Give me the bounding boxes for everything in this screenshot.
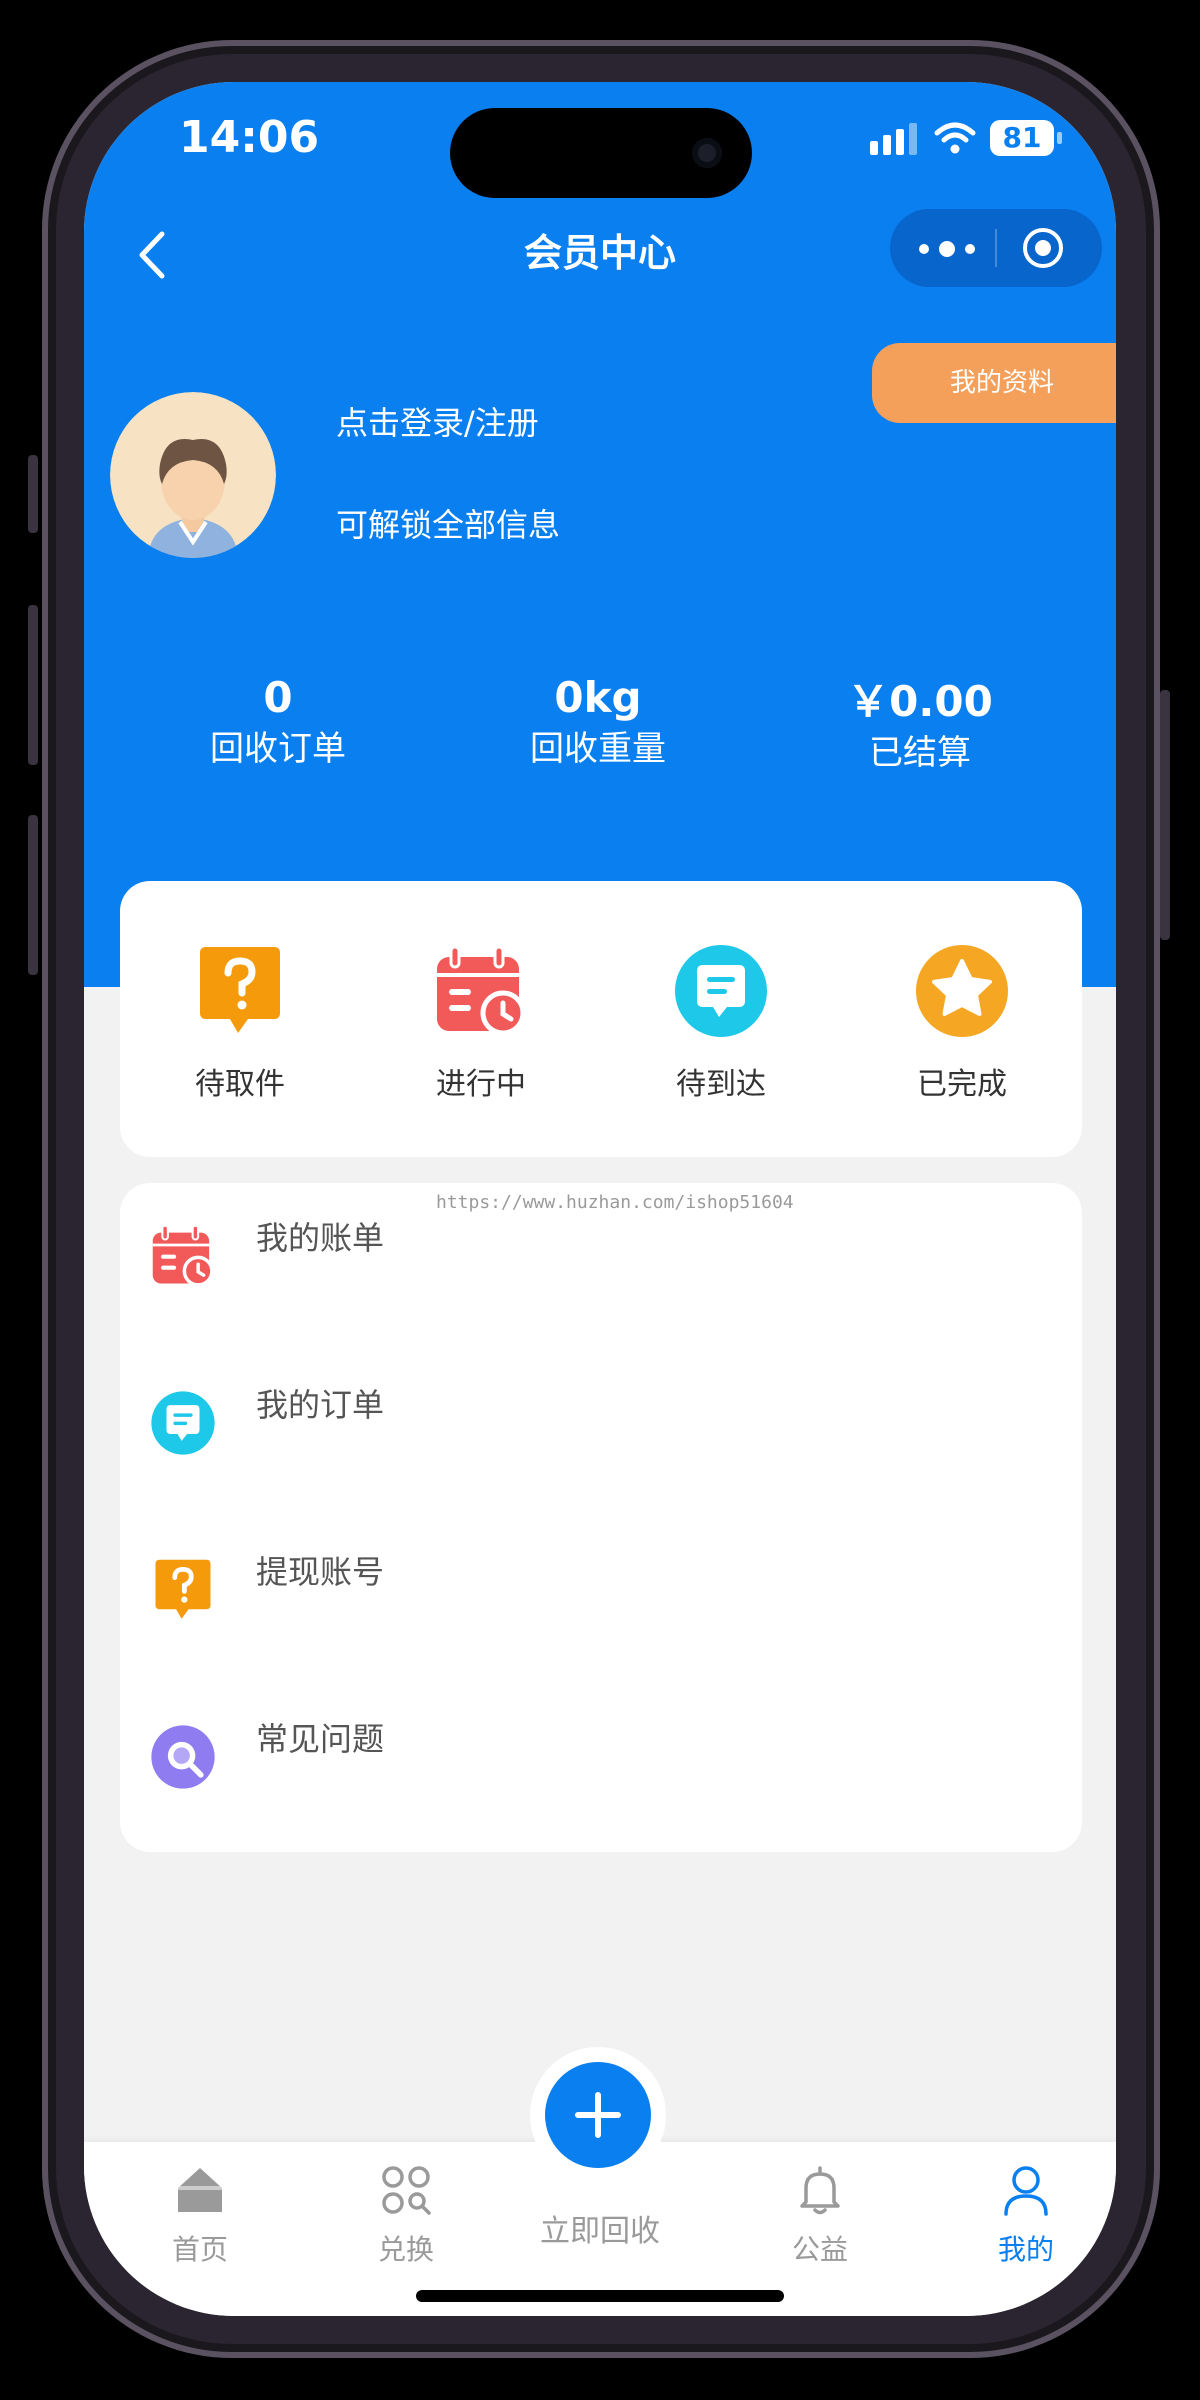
tab-mine[interactable]: 我的 <box>956 2162 1096 2268</box>
more-icon[interactable] <box>914 231 980 267</box>
menu-item-my-orders[interactable]: 我的订单 <box>120 1350 1082 1460</box>
search-icon <box>151 1725 215 1789</box>
wifi-icon <box>934 122 976 154</box>
order-status-card: 待取件 进行中 待到达 已完成 <box>120 881 1082 1157</box>
tab-label: 首页 <box>171 2233 228 2266</box>
tab-charity[interactable]: 公益 <box>750 2162 890 2268</box>
status-label: 待到达 <box>676 1067 766 1102</box>
bell-icon <box>800 2166 840 2215</box>
grid-icon <box>382 2166 431 2215</box>
stat-label: 已结算 <box>869 733 971 773</box>
status-in-progress[interactable]: 进行中 <box>406 943 556 1103</box>
status-time: 14:06 <box>179 112 320 163</box>
menu-item-label: 提现账号 <box>256 1553 385 1591</box>
capsule-divider <box>995 229 997 267</box>
battery-icon: 81 <box>990 120 1062 156</box>
status-label: 进行中 <box>436 1067 526 1102</box>
status-completed[interactable]: 已完成 <box>887 943 1037 1103</box>
status-pending-pickup[interactable]: 待取件 <box>165 943 315 1103</box>
question-bubble-icon <box>200 947 280 1033</box>
menu-item-label: 我的账单 <box>256 1219 385 1257</box>
tab-label: 兑换 <box>377 2233 434 2266</box>
stat-value: ￥0.00 <box>847 677 993 726</box>
stat-label: 回收订单 <box>210 729 346 769</box>
silent-switch <box>28 455 38 533</box>
status-awaiting-arrival[interactable]: 待到达 <box>646 943 796 1103</box>
tab-label[interactable]: 立即回收 <box>500 2206 700 2250</box>
tab-label: 公益 <box>791 2233 848 2266</box>
mini-program-capsule <box>890 209 1102 287</box>
stat-value: 0kg <box>554 673 642 722</box>
avatar-illustration <box>110 392 276 558</box>
recycle-now-button[interactable] <box>545 2062 651 2168</box>
message-icon <box>675 945 767 1037</box>
tab-label: 我的 <box>997 2233 1054 2266</box>
my-profile-button[interactable]: 我的资料 <box>872 343 1116 423</box>
user-icon <box>1004 2166 1048 2216</box>
menu-item-label: 常见问题 <box>256 1720 385 1758</box>
home-indicator[interactable] <box>416 2290 784 2302</box>
stat-settled[interactable]: ￥0.00 已结算 <box>790 676 1050 778</box>
close-mini-program-icon[interactable] <box>1020 225 1066 271</box>
stat-label: 回收重量 <box>530 729 666 769</box>
login-register-link[interactable]: 点击登录/注册 <box>336 398 539 444</box>
status-label: 待取件 <box>195 1067 285 1102</box>
menu-item-withdraw-account[interactable]: 提现账号 <box>120 1517 1082 1627</box>
calendar-clock-icon <box>437 945 526 1036</box>
screen: 14:06 81 会员中心 我的资料 点击登录/注册 可解锁全部信息 0 回收订… <box>84 82 1116 2316</box>
camera-icon <box>692 138 722 168</box>
power-button <box>1160 690 1170 940</box>
status-label: 已完成 <box>917 1067 1007 1102</box>
volume-down-button <box>28 815 38 975</box>
message-icon <box>151 1391 215 1455</box>
watermark: https://www.huzhan.com/ishop51604 <box>436 1192 794 1213</box>
stat-weight[interactable]: 0kg 回收重量 <box>468 672 728 774</box>
stat-value: 0 <box>263 673 293 722</box>
tab-exchange[interactable]: 兑换 <box>336 2162 476 2268</box>
volume-up-button <box>28 605 38 765</box>
menu-item-faq[interactable]: 常见问题 <box>120 1684 1082 1794</box>
signal-icon <box>870 123 917 155</box>
menu-card: 我的账单 我的订单 提现账号 常见问题 <box>120 1183 1082 1852</box>
plus-icon <box>575 2092 621 2138</box>
stat-orders[interactable]: 0 回收订单 <box>148 672 408 774</box>
home-icon <box>178 2168 222 2212</box>
avatar[interactable] <box>110 392 276 558</box>
menu-item-label: 我的订单 <box>256 1386 385 1424</box>
question-bubble-icon <box>155 1559 211 1619</box>
dynamic-island <box>450 108 752 198</box>
tab-home[interactable]: 首页 <box>130 2162 270 2268</box>
unlock-hint: 可解锁全部信息 <box>336 506 561 544</box>
status-icons: 81 <box>870 120 1062 156</box>
calendar-clock-icon <box>152 1224 214 1287</box>
star-icon <box>916 945 1008 1037</box>
